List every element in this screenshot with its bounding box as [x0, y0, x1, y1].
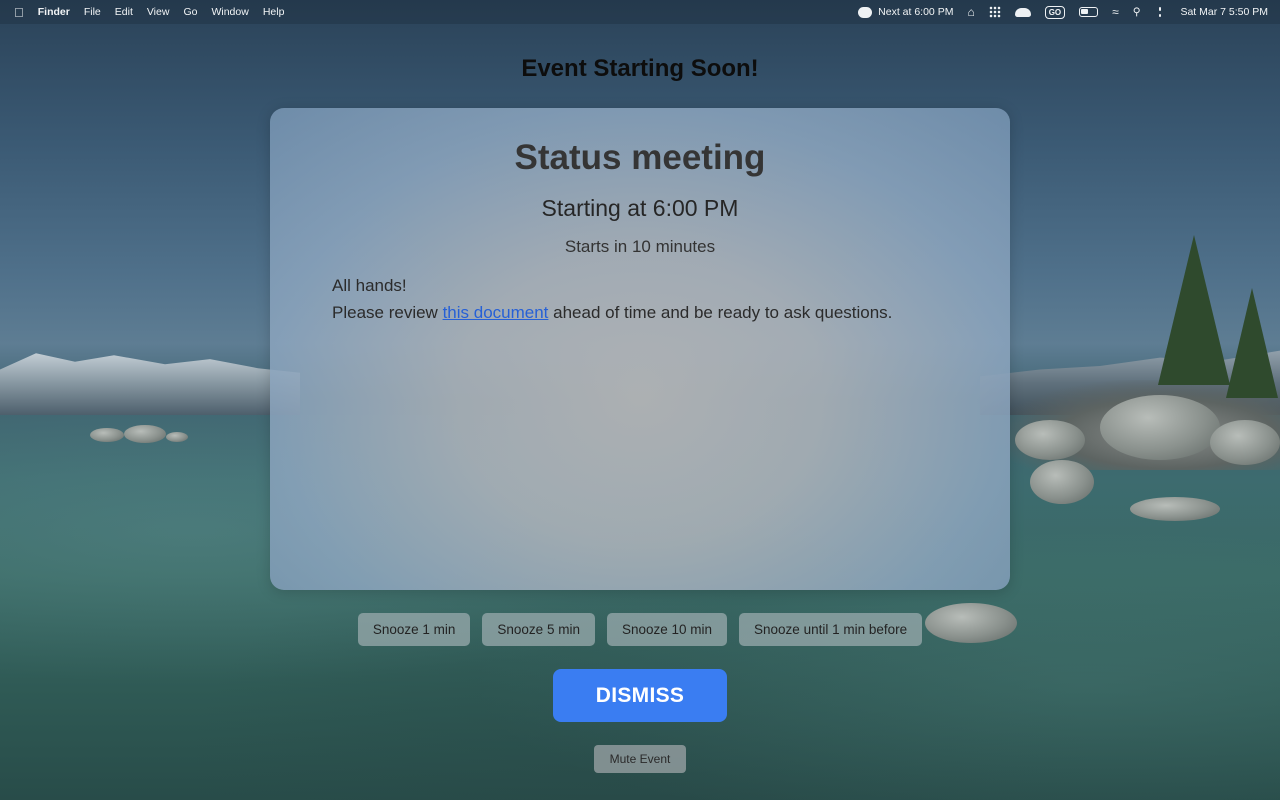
menu-file[interactable]: File [84, 6, 101, 18]
menu-window[interactable]: Window [211, 6, 248, 18]
next-event-label: Next at 6:00 PM [878, 6, 954, 18]
menu-help[interactable]: Help [263, 6, 285, 18]
search-icon[interactable]: ⚲ [1133, 6, 1141, 18]
control-center-icon[interactable] [1154, 7, 1166, 17]
event-start-time: Starting at 6:00 PM [541, 195, 739, 221]
event-notes: All hands! Please review this document a… [332, 272, 970, 326]
pine-tree [1158, 235, 1230, 385]
grid-dots-icon[interactable] [988, 6, 1001, 18]
rock [124, 425, 166, 443]
rock [166, 432, 188, 442]
rock [1100, 395, 1220, 460]
event-details-card: Status meeting Starting at 6:00 PM Start… [270, 108, 1010, 590]
menu-view[interactable]: View [147, 6, 170, 18]
cloud-icon[interactable] [1014, 7, 1031, 17]
snooze-5-min-button[interactable]: Snooze 5 min [482, 613, 595, 646]
event-title: Status meeting [514, 138, 766, 177]
notes-line: Please review this document ahead of tim… [332, 299, 970, 326]
rock [1015, 420, 1085, 460]
pine-tree [1226, 288, 1278, 398]
snooze-options: Snooze 1 min Snooze 5 min Snooze 10 min … [0, 613, 1280, 646]
snooze-until-1-min-before-button[interactable]: Snooze until 1 min before [739, 613, 923, 646]
notes-text: Please review [332, 303, 443, 322]
event-countdown: Starts in 10 minutes [564, 237, 716, 256]
menu-clock[interactable]: Sat Mar 7 5:50 PM [1180, 6, 1268, 18]
next-event-status-item[interactable]: Next at 6:00 PM [858, 6, 953, 18]
rock [1030, 460, 1094, 504]
calendar-bubble-icon [858, 6, 873, 18]
rock [1130, 497, 1220, 521]
menu-bar:  Finder File Edit View Go Window Help N… [0, 0, 1280, 24]
rock [90, 428, 124, 442]
snooze-10-min-button[interactable]: Snooze 10 min [606, 613, 728, 646]
mountain-range-left [0, 353, 300, 415]
menu-app-name[interactable]: Finder [38, 6, 70, 18]
wifi-icon[interactable]: ≈ [1112, 5, 1119, 19]
snooze-1-min-button[interactable]: Snooze 1 min [357, 613, 471, 646]
mute-event-button[interactable]: Mute Event [594, 745, 686, 773]
go-badge-icon[interactable]: GO [1044, 5, 1066, 19]
notes-text: ahead of time and be ready to ask questi… [548, 303, 893, 322]
menu-edit[interactable]: Edit [115, 6, 133, 18]
battery-icon[interactable] [1079, 7, 1099, 17]
menu-go[interactable]: Go [183, 6, 197, 18]
document-link[interactable]: this document [443, 303, 549, 322]
notes-line: All hands! [332, 276, 407, 295]
rock [1210, 420, 1280, 465]
alert-heading: Event Starting Soon! [521, 55, 759, 82]
home-icon[interactable]: ⌂ [967, 5, 974, 19]
dismiss-button[interactable]: DISMISS [553, 669, 727, 722]
apple-logo-icon[interactable]:  [14, 5, 24, 20]
